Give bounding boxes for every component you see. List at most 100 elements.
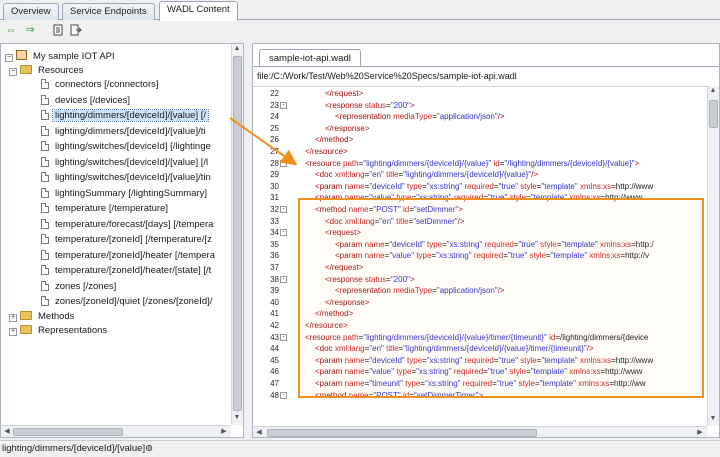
api-icon [16, 50, 27, 60]
tab-service-endpoints[interactable]: Service Endpoints [62, 3, 155, 20]
line-number: 24 [270, 112, 279, 122]
tree-item[interactable]: temperature/[zoneId] [/temperature/[z [41, 233, 214, 247]
resource-document-icon [41, 141, 49, 151]
line-number: 40 [270, 297, 279, 307]
editor-horizontal-scrollbar[interactable]: ◀ ▶ [253, 426, 707, 437]
line-number: 38 [270, 274, 279, 284]
fold-toggle-icon[interactable]: - [280, 333, 287, 341]
tab-overview[interactable]: Overview [3, 3, 59, 20]
line-number: 42 [270, 321, 279, 330]
tree-item[interactable]: lighting/switches/[deviceId] [/lightinge [41, 140, 213, 154]
expand-icon[interactable]: ⇔ [5, 24, 17, 36]
tree-item-label: temperature/[zoneId] [/temperature/[z [55, 234, 212, 245]
tree-horizontal-scrollbar[interactable]: ◀ ▶ [1, 425, 231, 437]
fold-toggle-icon[interactable]: - [280, 206, 287, 213]
scroll-thumb[interactable] [267, 429, 537, 437]
tree-item[interactable]: temperature [/temperature] [41, 202, 170, 216]
line-number: 26 [270, 135, 279, 145]
code-text: <doc xml:lang="en" title="lighting/dimme… [315, 170, 539, 180]
line-number: 22 [270, 89, 279, 98]
code-text: <response status="200"> [325, 100, 415, 110]
tree-item[interactable]: temperature/[zoneId]/heater [/tempera [41, 249, 217, 263]
tree-item[interactable]: zones [/zones] [41, 280, 118, 294]
scroll-left-icon[interactable]: ◀ [254, 428, 264, 437]
line-number: 31 [270, 193, 279, 203]
fold-toggle-icon[interactable]: - [280, 391, 287, 399]
line-number: 43 [270, 332, 279, 342]
document-icon[interactable] [52, 24, 64, 36]
folder-icon [20, 311, 32, 320]
resource-document-icon [41, 296, 49, 306]
code-line: 23- <response status="200"> [253, 101, 707, 112]
tree-representations-node[interactable]: + Representations [9, 324, 109, 338]
tree-resources-node[interactable]: − Resources [9, 64, 85, 78]
code-editor[interactable]: 22 </request> 23- <response status="200"> 24… [253, 86, 719, 426]
fold-toggle-icon[interactable]: - [280, 229, 287, 237]
expand-toggle-icon[interactable]: + [9, 328, 17, 336]
tree-item[interactable]: zones/[zoneId]/quiet [/zones/[zoneId]/ [41, 295, 214, 309]
code-line: 29 <doc xml:lang="en" title="lighting/dim… [253, 170, 707, 181]
tree-item[interactable]: lighting/switches/[deviceId]/[value]/tin [41, 171, 213, 185]
tree-item[interactable]: temperature/[zoneId]/heater/[state] [/t [41, 264, 213, 278]
fold-toggle-icon[interactable]: - [280, 275, 287, 283]
export-icon[interactable] [70, 24, 82, 36]
line-number: 48 [270, 390, 279, 400]
collapse-toggle-icon[interactable]: − [9, 68, 17, 76]
resource-document-icon [41, 79, 49, 89]
collapse-toggle-icon[interactable]: − [5, 54, 13, 62]
editor-vertical-scrollbar[interactable]: ▲ ▼ [707, 86, 719, 426]
tab-divider [253, 66, 719, 67]
resource-document-icon [41, 203, 49, 213]
tree-item[interactable]: lighting/dimmers/[deviceId]/[value] [/ [41, 109, 210, 123]
toolbar: ⇔ ⇒ [0, 21, 720, 40]
tab-wadl-content[interactable]: WADL Content [159, 1, 238, 21]
line-number: 35 [270, 239, 279, 249]
scroll-right-icon[interactable]: ▶ [219, 427, 229, 437]
resource-tree-panel: − My sample IOT API − Resources connectors… [0, 43, 244, 438]
code-text: </method> [315, 135, 354, 145]
collapse-icon[interactable]: ⇒ [24, 24, 36, 36]
code-text: </request> [325, 89, 364, 98]
scroll-up-icon[interactable]: ▲ [232, 44, 242, 54]
tree-item[interactable]: lightingSummary [/lightingSummary] [41, 187, 209, 201]
fold-toggle-icon[interactable]: - [280, 101, 287, 109]
tree-item-label: temperature/[zoneId]/heater/[state] [/t [55, 265, 212, 276]
resource-document-icon [41, 265, 49, 275]
expand-toggle-icon[interactable]: + [9, 314, 17, 322]
fold-toggle-icon[interactable]: - [280, 159, 287, 167]
file-tab[interactable]: sample-iot-api.wadl [259, 49, 361, 67]
tree-item[interactable]: connectors [/connectors] [41, 78, 161, 92]
highlight-box [298, 198, 704, 398]
scroll-up-icon[interactable]: ▲ [708, 86, 718, 96]
scroll-thumb[interactable] [709, 100, 718, 128]
tree-item[interactable]: lighting/switches/[deviceId]/[value] [/l [41, 156, 210, 170]
code-line: 24 <representation mediaType="application… [253, 112, 707, 123]
tree-item[interactable]: lighting/dimmers/[deviceId]/[value]/ti [41, 125, 207, 139]
scroll-right-icon[interactable]: ▶ [695, 428, 705, 437]
tree-root[interactable]: − My sample IOT API [5, 50, 117, 64]
tree-item[interactable]: devices [/devices] [41, 94, 132, 108]
tree-methods-node[interactable]: + Methods [9, 310, 76, 324]
line-number: 32 [270, 205, 279, 214]
link-icon: ⊚ [145, 443, 154, 454]
scroll-down-icon[interactable]: ▼ [708, 414, 718, 424]
scroll-down-icon[interactable]: ▼ [232, 413, 242, 423]
status-bar: lighting/dimmers/[deviceId]/[value]⊚ [0, 440, 720, 457]
line-number: 28 [270, 158, 279, 168]
tree-vertical-scrollbar[interactable]: ▲ ▼ [231, 44, 243, 425]
tree-item-label: temperature/forecast/[days] [/tempera [55, 218, 214, 230]
tree-item[interactable]: temperature/forecast/[days] [/tempera [41, 218, 215, 232]
tree-item-label: zones/[zoneId]/quiet [/zones/[zoneId]/ [55, 296, 213, 307]
folder-icon [20, 325, 32, 334]
code-text: </resource> [305, 147, 348, 156]
tab-bar: Overview Service Endpoints WADL Content [0, 0, 720, 21]
scroll-thumb[interactable] [233, 56, 242, 411]
tree-item-label: temperature/[zoneId]/heater [/tempera [55, 249, 216, 261]
scroll-left-icon[interactable]: ◀ [2, 427, 12, 437]
line-number: 34 [270, 228, 279, 238]
status-text: lighting/dimmers/[deviceId]/[value] [2, 443, 146, 454]
line-number: 37 [270, 263, 279, 272]
scroll-thumb[interactable] [13, 428, 123, 436]
resource-document-icon [41, 110, 49, 120]
line-number: 25 [270, 123, 279, 133]
